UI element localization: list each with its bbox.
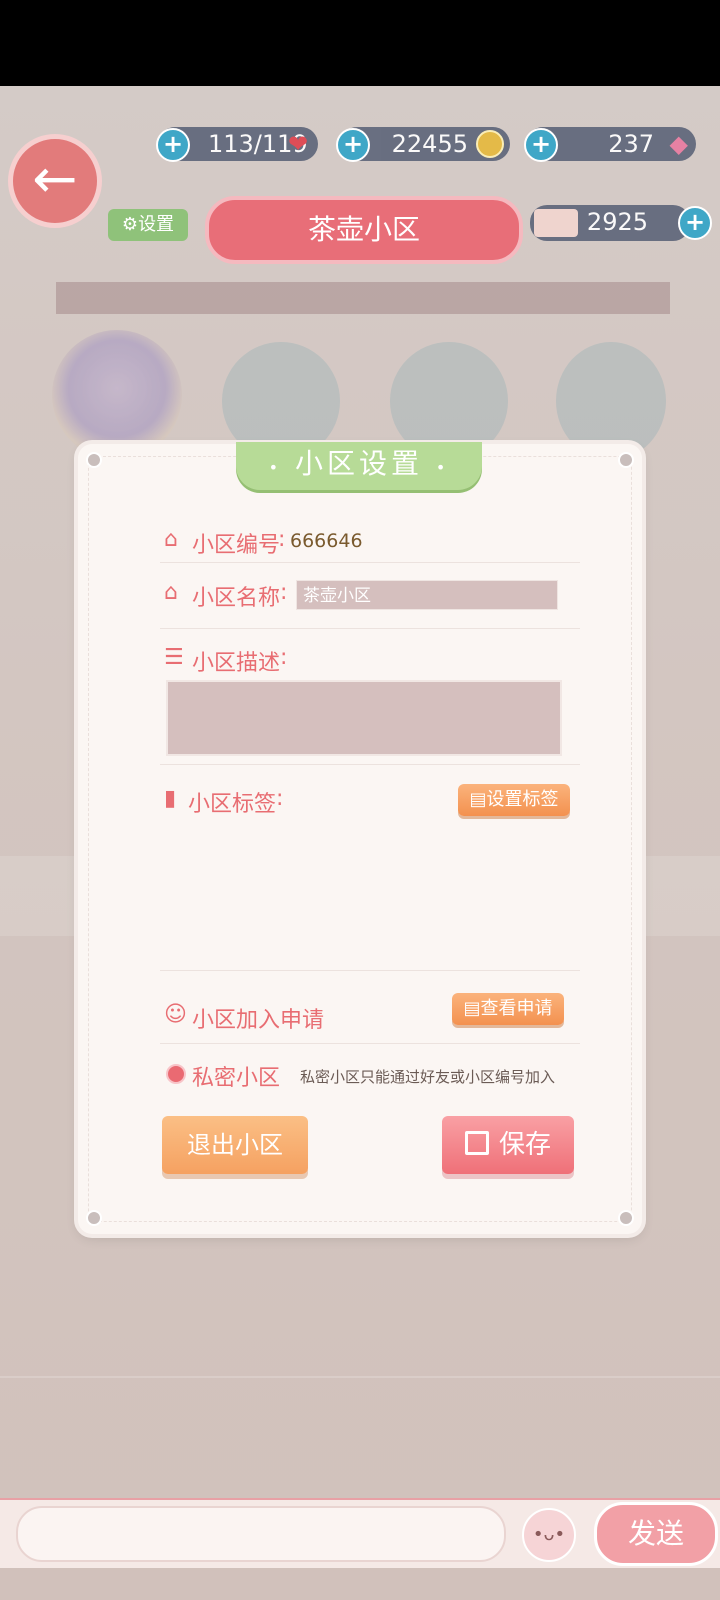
community-description-input[interactable] (166, 680, 562, 756)
coin-icon (476, 130, 504, 158)
settings-button[interactable]: ⚙设置 (108, 209, 188, 241)
notepad-icon: ☰ (164, 645, 184, 670)
leave-community-label: 退出小区 (187, 1131, 283, 1159)
user-icon: ☺ (164, 1002, 187, 1027)
corner-dot (86, 1210, 102, 1226)
send-label: 发送 (627, 1517, 684, 1550)
divider (160, 1043, 580, 1044)
divider (160, 562, 580, 563)
gems-value: 237 (608, 130, 654, 158)
community-name-input[interactable]: 茶壶小区 (296, 580, 558, 610)
community-title: 茶壶小区 (307, 213, 420, 246)
gear-icon: ⚙ (121, 214, 139, 235)
emoji-button[interactable]: •ᴗ• (522, 1508, 576, 1562)
home-icon: ⌂ (164, 580, 178, 605)
add-gems-button[interactable]: + (524, 128, 558, 162)
name-label: 小区名称 (192, 586, 281, 611)
heart-icon: ❤ (288, 130, 309, 158)
bookmark-icon: ▮ (164, 786, 177, 811)
colon: : (280, 580, 288, 605)
status-bar (0, 0, 720, 86)
tags-label: 小区标签 (188, 792, 277, 817)
corner-dot (86, 452, 102, 468)
view-requests-label: 查看申请 (480, 998, 553, 1019)
notice-bar (56, 282, 670, 314)
chat-input[interactable] (16, 1506, 506, 1562)
add-tickets-button[interactable]: + (678, 206, 712, 240)
gem-icon: ◆ (669, 130, 688, 158)
back-button[interactable]: ← (8, 134, 102, 228)
community-id-value: 666646 (290, 530, 363, 552)
colon: : (276, 786, 284, 811)
view-requests-button[interactable]: ▤查看申请 (452, 993, 564, 1025)
private-community-radio[interactable] (166, 1064, 186, 1084)
id-label: 小区编号 (192, 533, 281, 558)
description-label: 小区描述 (192, 651, 281, 676)
community-title-banner: 茶壶小区 (205, 196, 523, 264)
colon: : (278, 527, 286, 552)
private-label: 私密小区 (192, 1066, 281, 1091)
save-label: 保存 (498, 1130, 551, 1160)
home-icon: ⌂ (164, 527, 178, 552)
tickets-pill: 2925 (530, 205, 690, 241)
list-icon: ▤ (469, 789, 487, 810)
add-stamina-button[interactable]: + (156, 128, 190, 162)
set-tags-label: 设置标签 (486, 789, 559, 810)
settings-label: 设置 (138, 214, 175, 235)
divider (160, 970, 580, 971)
ticket-icon (534, 209, 578, 237)
dialog-title: • 小区设置 • (236, 442, 482, 490)
arrow-left-icon: ← (32, 147, 78, 210)
tickets-value: 2925 (586, 208, 648, 236)
dialog-border (88, 456, 632, 1222)
leave-community-button[interactable]: 退出小区 (162, 1116, 308, 1174)
add-coins-button[interactable]: + (336, 128, 370, 162)
private-hint: 私密小区只能通过好友或小区编号加入 (300, 1068, 556, 1086)
save-icon (464, 1131, 489, 1155)
smiley-icon: •ᴗ• (532, 1524, 566, 1545)
coins-value: 22455 (391, 130, 468, 158)
colon: : (280, 645, 288, 670)
corner-dot (618, 452, 634, 468)
list-icon: ▤ (463, 998, 481, 1019)
join-requests-label: 小区加入申请 (192, 1008, 325, 1033)
save-button[interactable]: 保存 (442, 1116, 574, 1174)
corner-dot (618, 1210, 634, 1226)
dialog-title-text: 小区设置 (294, 447, 423, 480)
divider (160, 628, 580, 629)
send-button[interactable]: 发送 (594, 1502, 718, 1566)
divider (160, 764, 580, 765)
set-tags-button[interactable]: ▤设置标签 (458, 784, 570, 816)
